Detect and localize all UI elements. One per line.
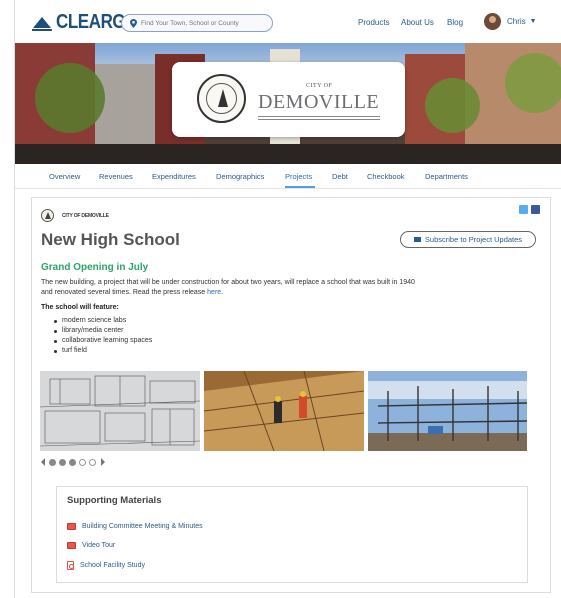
hero-street bbox=[15, 144, 561, 164]
list-item: library/media center bbox=[54, 326, 152, 336]
breadcrumb[interactable]: CITY OF DEMOVILLE bbox=[62, 213, 109, 219]
hero-banner: CITY OF DEMOVILLE bbox=[15, 43, 561, 164]
carousel-dot[interactable] bbox=[49, 458, 56, 466]
material-label: Video Tour bbox=[82, 542, 116, 549]
carousel-dot[interactable] bbox=[59, 458, 66, 466]
material-label: School Facility Study bbox=[80, 562, 145, 569]
carousel-dot[interactable] bbox=[69, 458, 76, 466]
blueprint-photo[interactable] bbox=[40, 371, 200, 451]
city-seal-small bbox=[41, 209, 54, 222]
nav-about-us[interactable]: About Us bbox=[401, 18, 434, 27]
hero-tree bbox=[505, 53, 561, 113]
subscribe-label: Subscribe to Project Updates bbox=[424, 235, 523, 244]
city-seal bbox=[197, 74, 246, 123]
search-input[interactable] bbox=[141, 19, 266, 27]
tab-departments[interactable]: Departments bbox=[425, 172, 468, 181]
nav-products[interactable]: Products bbox=[358, 18, 390, 27]
city-name: DEMOVILLE bbox=[258, 91, 380, 113]
tab-projects[interactable]: Projects bbox=[285, 172, 312, 181]
city-title-card: CITY OF DEMOVILLE bbox=[172, 62, 405, 137]
page-frame: CLEARGOV Products About Us Blog Chris ▼ bbox=[14, 0, 561, 598]
pdf-icon bbox=[67, 561, 74, 570]
project-panel: CITY OF DEMOVILLE New High School Subscr… bbox=[31, 197, 551, 593]
tab-checkbook[interactable]: Checkbook bbox=[367, 172, 405, 181]
supporting-materials: Supporting Materials Building Committee … bbox=[56, 486, 528, 583]
material-item[interactable]: Video Tour bbox=[67, 542, 115, 549]
nav-blog[interactable]: Blog bbox=[447, 18, 463, 27]
user-name: Chris bbox=[507, 17, 526, 26]
tab-overview[interactable]: Overview bbox=[49, 172, 80, 181]
material-item[interactable]: Building Committee Meeting & Minutes bbox=[67, 523, 203, 530]
city-of-label: CITY OF bbox=[306, 83, 333, 89]
project-description: The new building, a project that will be… bbox=[41, 279, 415, 296]
hero-tree bbox=[35, 63, 105, 133]
top-bar: CLEARGOV Products About Us Blog Chris ▼ bbox=[15, 0, 561, 43]
avatar bbox=[484, 13, 501, 30]
subscribe-button[interactable]: Subscribe to Project Updates bbox=[400, 231, 536, 248]
video-icon bbox=[67, 542, 76, 549]
materials-title: Supporting Materials bbox=[67, 495, 162, 506]
video-icon bbox=[67, 523, 76, 530]
features-label: The school will feature: bbox=[41, 304, 119, 311]
twitter-icon[interactable] bbox=[519, 205, 528, 214]
city-name-rule bbox=[258, 116, 380, 120]
press-release-link[interactable]: here bbox=[207, 289, 221, 296]
tab-debt[interactable]: Debt bbox=[332, 172, 348, 181]
tab-revenues[interactable]: Revenues bbox=[99, 172, 133, 181]
tab-demographics[interactable]: Demographics bbox=[216, 172, 264, 181]
construction-workers-photo[interactable] bbox=[204, 371, 364, 451]
active-tab-indicator bbox=[285, 186, 315, 188]
material-item[interactable]: School Facility Study bbox=[67, 561, 145, 570]
section-heading: Grand Opening in July bbox=[41, 262, 149, 273]
location-pin-icon bbox=[130, 18, 137, 28]
carousel-controls bbox=[41, 458, 105, 466]
list-item: modern science labs bbox=[54, 316, 152, 326]
list-item: collaborative learning spaces bbox=[54, 336, 152, 346]
tab-expenditures[interactable]: Expenditures bbox=[152, 172, 196, 181]
chevron-down-icon: ▼ bbox=[529, 18, 537, 25]
tree-icon bbox=[218, 89, 228, 107]
facebook-icon[interactable] bbox=[531, 205, 540, 214]
carousel-dot[interactable] bbox=[89, 458, 96, 466]
chevron-left-icon[interactable] bbox=[41, 458, 45, 466]
chevron-right-icon[interactable] bbox=[101, 458, 105, 466]
capitol-icon bbox=[32, 16, 52, 31]
section-tabs: Overview Revenues Expenditures Demograph… bbox=[15, 164, 561, 189]
hero-tree bbox=[425, 78, 480, 133]
features-list: modern science labs library/media center… bbox=[54, 316, 152, 356]
steel-frame-photo[interactable] bbox=[368, 371, 527, 451]
search-box[interactable] bbox=[121, 14, 273, 32]
carousel-dot[interactable] bbox=[79, 458, 86, 466]
envelope-icon bbox=[413, 237, 421, 242]
page-title: New High School bbox=[41, 230, 180, 249]
list-item: turf field bbox=[54, 346, 152, 356]
material-label: Building Committee Meeting & Minutes bbox=[82, 523, 203, 530]
user-menu[interactable]: Chris ▼ bbox=[484, 13, 537, 30]
